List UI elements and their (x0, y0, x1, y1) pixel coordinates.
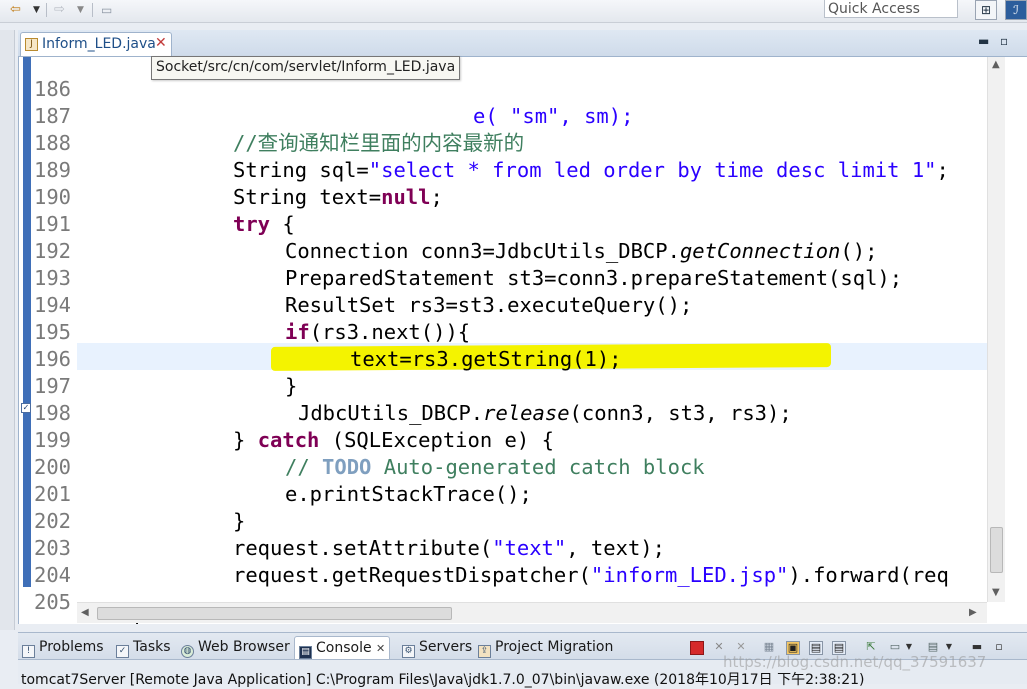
java-file-icon: J (25, 38, 38, 51)
quick-access-input[interactable]: Quick Access (824, 0, 958, 18)
code-line: 194 if(rs3.next()){ (19, 265, 987, 344)
scroll-left-arrow-icon[interactable]: ◀ (81, 607, 89, 618)
toolbar-separator (46, 3, 47, 17)
back-arrow-icon[interactable]: ⇦ (10, 1, 21, 19)
close-console-icon[interactable]: ✕ (376, 642, 385, 655)
code-line: 193 ResultSet rs3=st3.executeQuery(); (19, 238, 987, 317)
code-line: 205 } (19, 562, 987, 624)
forward-dropdown-icon[interactable]: ▼ (77, 1, 84, 19)
vertical-scroll-thumb[interactable] (990, 527, 1003, 573)
code-line: 206 (19, 587, 987, 601)
tab-problems[interactable]: ! Problems (22, 636, 104, 658)
tab-label: Console (316, 640, 372, 656)
maximize-panel-icon[interactable]: ▫ (992, 641, 1006, 655)
tab-label: Tasks (133, 639, 171, 655)
tab-servers[interactable]: ⚙ Servers (402, 636, 472, 658)
editor-tab-bar: J Inform_LED.java ✕ ▬ ▫ (18, 30, 1027, 57)
problems-icon: ! (22, 645, 35, 658)
servers-icon: ⚙ (402, 645, 415, 658)
panel-tab-bar: ! Problems ✓ Tasks ◍ Web Browser ▤ Console ✕… (18, 633, 1027, 671)
forward-arrow-icon[interactable]: ⇨ (54, 1, 65, 19)
code-editor[interactable]: ✓ 186 e( "sm", sm); 187 //查询通知栏里面的内容最新的 … (18, 57, 1027, 624)
main-toolbar: ⇦ ▼ ⇨ ▼ ▭ Quick Access ⊞ ℐ (0, 0, 1027, 23)
tab-inform-led-java[interactable]: J Inform_LED.java ✕ (20, 32, 172, 56)
file-path-tooltip: Socket/src/cn/com/servlet/Inform_LED.jav… (151, 56, 461, 80)
pin-editor-icon[interactable]: ▭ (101, 1, 112, 19)
code-line: 202 request.setAttribute("text", text); (19, 481, 987, 560)
code-line: 190 try { (19, 157, 987, 236)
tab-console[interactable]: ▤ Console ✕ (294, 636, 391, 659)
maximize-icon[interactable]: ▫ (1000, 34, 1008, 48)
code-line: 203 request.getRequestDispatcher("inform… (19, 508, 987, 587)
tab-label: Project Migration (495, 639, 614, 655)
back-dropdown-icon[interactable]: ▼ (33, 1, 40, 19)
open-perspective-icon[interactable]: ⊞ (975, 0, 997, 20)
code-line: 188 String sql="select * from led order … (19, 103, 987, 182)
migration-icon: ⇪ (478, 645, 491, 658)
bottom-panel: ! Problems ✓ Tasks ◍ Web Browser ▤ Console ✕… (18, 632, 1027, 688)
tab-label: Problems (39, 639, 104, 655)
java-ee-perspective-icon[interactable]: ℐ (1005, 0, 1027, 20)
code-line: 204 (19, 535, 987, 587)
code-line: 201 } (19, 454, 987, 533)
vertical-scrollbar[interactable]: ▲ ▼ (987, 57, 1005, 602)
code-line: 192 PreparedStatement st3=conn3.prepareS… (19, 211, 987, 290)
toolbar-separator (92, 3, 93, 17)
code-line: 196 } (19, 319, 987, 398)
code-line: 200 e.printStackTrace(); (19, 427, 987, 506)
close-tab-icon[interactable]: ✕ (155, 35, 167, 51)
console-launch-description: tomcat7Server [Remote Java Application] … (21, 672, 865, 688)
code-line: 189 String text=null; (19, 130, 987, 209)
console-icon: ▤ (299, 646, 312, 659)
code-line: 199 // TODO Auto-generated catch block (19, 400, 987, 479)
code-line: 197 JdbcUtils_DBCP.release(conn3, st3, r… (19, 346, 987, 425)
tab-label: Servers (419, 639, 473, 655)
code-line: 198 } catch (SQLException e) { (19, 373, 987, 452)
minimize-icon[interactable]: ▬ (978, 34, 989, 48)
tasks-icon: ✓ (116, 645, 129, 658)
scroll-right-arrow-icon[interactable]: ▶ (969, 607, 977, 618)
code-line: 191 Connection conn3=JdbcUtils_DBCP.getC… (19, 184, 987, 263)
tab-label: Inform_LED.java (42, 36, 156, 52)
tab-web-browser[interactable]: ◍ Web Browser (181, 636, 290, 658)
code-line: 195 text=rs3.getString(1); (19, 292, 987, 371)
globe-icon: ◍ (181, 645, 194, 658)
terminate-icon[interactable] (690, 641, 704, 655)
code-line: 187 //查询通知栏里面的内容最新的 (19, 76, 987, 155)
left-trim-bar (0, 30, 15, 630)
tab-label: Web Browser (198, 639, 290, 655)
horizontal-scroll-thumb[interactable] (97, 607, 452, 620)
tab-project-migration[interactable]: ⇪ Project Migration (478, 636, 613, 658)
horizontal-scrollbar[interactable]: ◀ ▶ (77, 602, 987, 623)
tab-tasks[interactable]: ✓ Tasks (116, 636, 171, 658)
scroll-up-arrow-icon[interactable]: ▲ (992, 59, 1000, 70)
scroll-down-arrow-icon[interactable]: ▼ (992, 587, 1000, 598)
